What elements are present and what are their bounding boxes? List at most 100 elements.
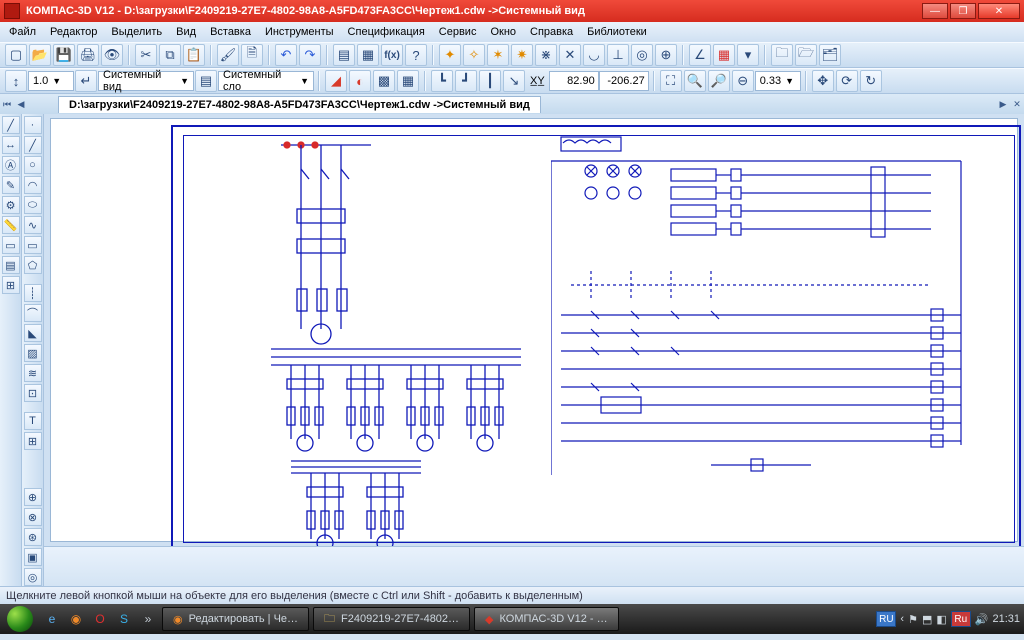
tray-chevron-icon[interactable]: ‹ — [900, 613, 904, 625]
zoom-fit-icon[interactable]: ⛶ — [660, 70, 682, 92]
menu-insert[interactable]: Вставка — [203, 24, 258, 40]
coord-x-box[interactable]: 82.90 — [549, 71, 599, 91]
spline-icon[interactable]: ∿ — [24, 216, 42, 234]
zoom-out-icon[interactable]: ⊖ — [732, 70, 754, 92]
close-button[interactable]: ✕ — [978, 3, 1020, 19]
aux-line-icon[interactable]: ┊ — [24, 284, 42, 302]
measure-icon[interactable]: 📏 — [2, 216, 20, 234]
menu-help[interactable]: Справка — [523, 24, 580, 40]
grid-icon[interactable]: ▩ — [373, 70, 395, 92]
arc-icon[interactable]: ◠ — [24, 176, 42, 194]
line-icon[interactable]: ╱ — [24, 136, 42, 154]
tab-nav-prev[interactable]: ◀ — [14, 97, 28, 112]
snap1-icon[interactable]: ✦ — [439, 44, 461, 66]
menu-editor[interactable]: Редактор — [43, 24, 104, 40]
tab-nav-next[interactable]: ▶ — [996, 97, 1010, 112]
gcs-icon[interactable]: ┃ — [479, 70, 501, 92]
new-doc-icon[interactable]: ▢ — [5, 44, 27, 66]
layer-toggle-icon[interactable]: ▤ — [195, 70, 217, 92]
menu-tools[interactable]: Инструменты — [258, 24, 341, 40]
layer-combo[interactable]: Системный сло▼ — [218, 71, 314, 91]
start-button[interactable] — [0, 604, 40, 634]
snap2-icon[interactable]: ✧ — [463, 44, 485, 66]
snap-tan-icon[interactable]: ◡ — [583, 44, 605, 66]
menu-select[interactable]: Выделить — [104, 24, 169, 40]
snap-grid-icon[interactable]: ▦ — [713, 44, 735, 66]
assoc-icon[interactable]: ⊞ — [2, 276, 20, 294]
rect-icon[interactable]: ▭ — [24, 236, 42, 254]
collect-icon[interactable]: ⊡ — [24, 384, 42, 402]
task-explorer[interactable]: 🗀F2409219-27E7-4802… — [313, 607, 470, 631]
lib1-icon[interactable]: 🗀 — [771, 44, 793, 66]
menu-view[interactable]: Вид — [169, 24, 203, 40]
hatch-icon[interactable]: ▨ — [24, 344, 42, 362]
chamfer-icon[interactable]: ◣ — [24, 324, 42, 342]
print-icon[interactable]: 🖨 — [77, 44, 99, 66]
whatsthis-icon[interactable]: ? — [405, 44, 427, 66]
snap-mid-icon[interactable]: ⋇ — [535, 44, 557, 66]
clock[interactable]: 21:31 — [992, 613, 1020, 625]
snap-int-icon[interactable]: ✕ — [559, 44, 581, 66]
select-icon[interactable]: ▭ — [2, 236, 20, 254]
quicklaunch-opera-icon[interactable]: O — [90, 609, 110, 629]
dim-icon[interactable]: ↔ — [2, 136, 20, 154]
extra5-icon[interactable]: ◎ — [24, 568, 42, 586]
equid-icon[interactable]: ≋ — [24, 364, 42, 382]
open-icon[interactable]: 📂 — [29, 44, 51, 66]
snap-drop-icon[interactable]: ▾ — [737, 44, 759, 66]
snap-cen-icon[interactable]: ◎ — [631, 44, 653, 66]
state-icon[interactable]: ↕ — [5, 70, 27, 92]
tray-icon[interactable]: ⚑ — [908, 613, 918, 626]
spec2-icon[interactable]: ▦ — [357, 44, 379, 66]
properties-panel[interactable] — [44, 546, 1024, 586]
circle-icon[interactable]: ○ — [24, 156, 42, 174]
drawing-canvas[interactable] — [50, 118, 1018, 542]
spec-icon[interactable]: ▤ — [333, 44, 355, 66]
edit-icon[interactable]: ✎ — [2, 176, 20, 194]
paste-icon[interactable]: 📋 — [183, 44, 205, 66]
text-icon[interactable]: T — [24, 412, 42, 430]
redo-icon[interactable]: ↷ — [299, 44, 321, 66]
lang-indicator[interactable]: RU — [876, 611, 896, 627]
scale-combo[interactable]: 1.0▼ — [28, 71, 74, 91]
axis-icon[interactable]: ┗ — [431, 70, 453, 92]
tray-volume-icon[interactable]: 🔊 — [975, 613, 989, 626]
lcs-icon[interactable]: ┛ — [455, 70, 477, 92]
table-icon[interactable]: ⊞ — [24, 432, 42, 450]
props-icon[interactable]: 🗎 — [241, 44, 263, 66]
view-combo[interactable]: Системный вид▼ — [98, 71, 194, 91]
snap-perp-icon[interactable]: ⊥ — [607, 44, 629, 66]
maximize-button[interactable]: ❐ — [950, 3, 976, 19]
zoom-sel-icon[interactable]: 🔎 — [708, 70, 730, 92]
snap3-icon[interactable]: ✶ — [487, 44, 509, 66]
tray-icon[interactable]: ⬒ — [922, 613, 932, 626]
ortho-icon[interactable]: ◢ — [325, 70, 347, 92]
quicklaunch-skype-icon[interactable]: S — [114, 609, 134, 629]
undo-icon[interactable]: ↶ — [275, 44, 297, 66]
rotate-icon[interactable]: ⟳ — [836, 70, 858, 92]
copy-icon[interactable]: ⧉ — [159, 44, 181, 66]
geom-icon[interactable]: ╱ — [2, 116, 20, 134]
save-icon[interactable]: 💾 — [53, 44, 75, 66]
grid2-icon[interactable]: ▦ — [397, 70, 419, 92]
snap-icon[interactable]: ↘ — [503, 70, 525, 92]
menu-spec[interactable]: Спецификация — [341, 24, 432, 40]
zoom-combo[interactable]: 0.33▼ — [755, 71, 801, 91]
snap-ang-icon[interactable]: ∠ — [689, 44, 711, 66]
fx-icon[interactable]: f(x) — [381, 44, 403, 66]
state-commit-icon[interactable]: ↵ — [75, 70, 97, 92]
menu-libraries[interactable]: Библиотеки — [580, 24, 654, 40]
desig-icon[interactable]: Ⓐ — [2, 156, 20, 174]
task-firefox[interactable]: ◉Редактировать | Че… — [162, 607, 309, 631]
task-kompas[interactable]: ◆КОМПАС-3D V12 - … — [474, 607, 619, 631]
tray-icon[interactable]: ◧ — [936, 613, 946, 626]
brush-icon[interactable]: 🖌 — [217, 44, 239, 66]
polygon-icon[interactable]: ⬠ — [24, 256, 42, 274]
point-icon[interactable]: · — [24, 116, 42, 134]
snap-node-icon[interactable]: ⊕ — [655, 44, 677, 66]
document-tab[interactable]: D:\загрузки\F2409219-27E7-4802-98A8-A5FD… — [58, 96, 541, 113]
lib2-icon[interactable]: 🗁 — [795, 44, 817, 66]
pan-icon[interactable]: ✥ — [812, 70, 834, 92]
round-icon[interactable]: ◐ — [349, 70, 371, 92]
redraw-icon[interactable]: ↻ — [860, 70, 882, 92]
